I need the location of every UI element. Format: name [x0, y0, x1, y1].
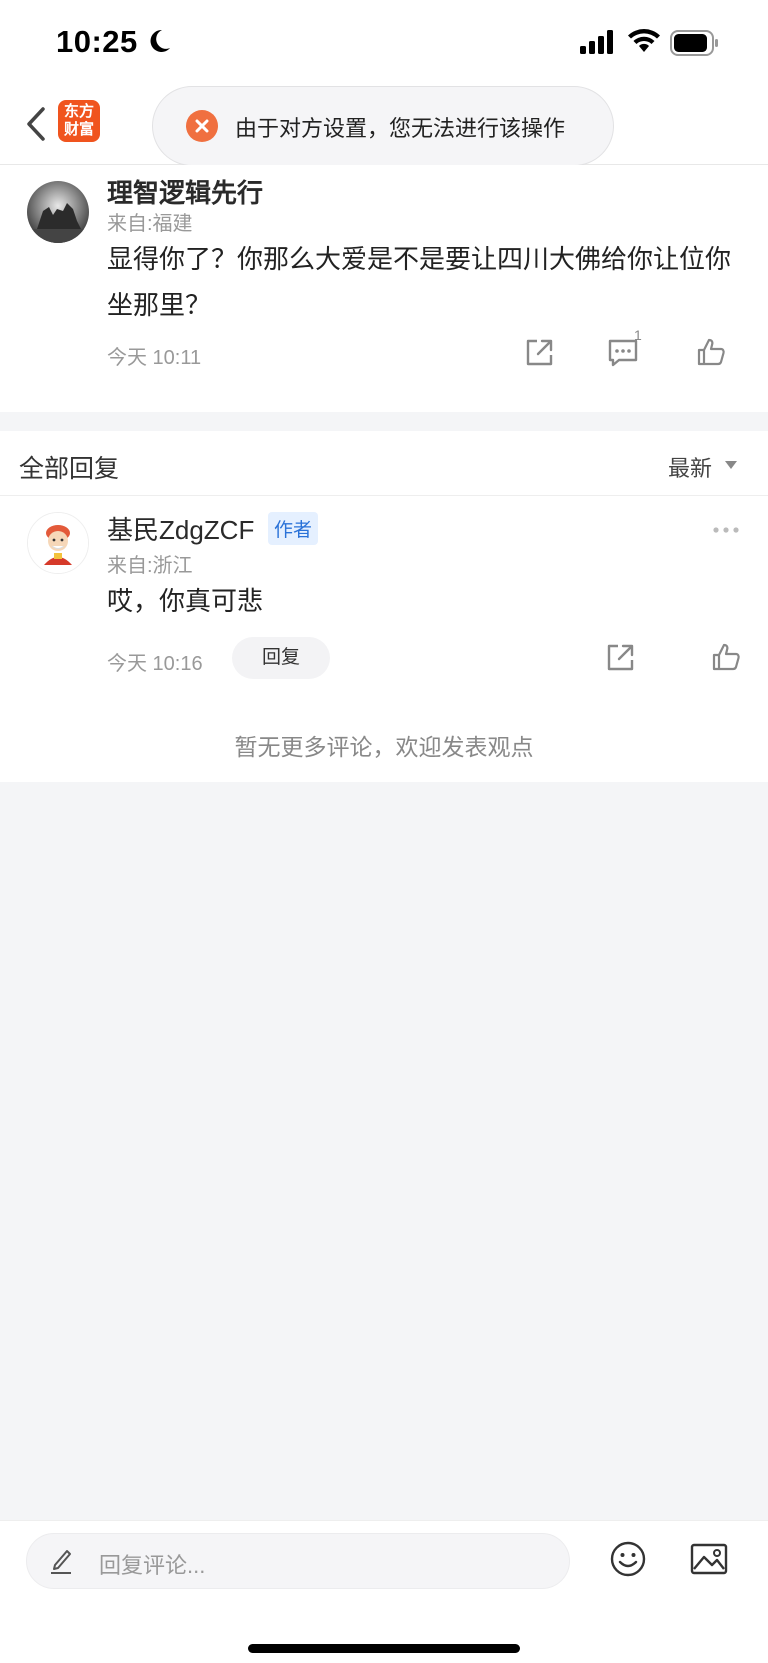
cellular-signal-icon	[580, 30, 616, 54]
battery-icon	[670, 30, 720, 56]
back-arrow-icon[interactable]	[24, 106, 48, 142]
logo-text-bottom: 财富	[63, 121, 94, 138]
comment-location: 来自:福建	[107, 213, 193, 235]
sort-caret-icon[interactable]	[724, 460, 738, 470]
moon-icon	[148, 28, 172, 54]
reply-username[interactable]: 基民ZdgZCF	[107, 510, 254, 547]
nav-header: 东方 财富 由于对方设置，您无法进行该操作	[0, 86, 768, 166]
status-time: 10:25	[56, 24, 138, 59]
pencil-icon	[49, 1547, 73, 1575]
reply-timestamp: 今天 10:16	[107, 653, 203, 675]
reply-count-badge: 1	[634, 327, 642, 343]
main-comment: 理智逻辑先行 来自:福建 显得你了？你那么大爱是不是要让四川大佛给你让位你坐那里…	[0, 165, 768, 412]
more-options-icon[interactable]	[712, 526, 740, 534]
image-icon[interactable]	[690, 1543, 728, 1575]
reply-location: 来自:浙江	[107, 555, 193, 577]
avatar[interactable]	[27, 512, 89, 574]
home-indicator	[248, 1644, 520, 1653]
reply-text: 哎，你真可悲	[107, 586, 264, 616]
wifi-icon	[627, 28, 661, 54]
all-replies-label: 全部回复	[19, 455, 120, 483]
comment-username[interactable]: 理智逻辑先行	[107, 173, 263, 210]
comment-timestamp: 今天 10:11	[107, 347, 202, 369]
replies-header: 全部回复 最新	[0, 431, 768, 496]
input-placeholder: 回复评论...	[99, 1553, 206, 1578]
error-x-icon	[185, 109, 219, 143]
no-more-comments-text: 暂无更多评论，欢迎发表观点	[234, 734, 534, 760]
toast-message: 由于对方设置，您无法进行该操作	[235, 116, 566, 141]
bottom-input-bar: 回复评论...	[0, 1520, 768, 1663]
comment-text: 显得你了？你那么大爱是不是要让四川大佛给你让位你坐那里？	[107, 244, 732, 320]
list-item: 基民ZdgZCF 作者 来自:浙江 哎，你真可悲 今天 10:16 回复	[0, 496, 768, 706]
thumbs-up-icon[interactable]	[711, 642, 741, 672]
author-badge: 作者	[268, 512, 319, 545]
error-toast: 由于对方设置，您无法进行该操作	[152, 86, 614, 166]
sort-selector[interactable]: 最新	[668, 451, 712, 483]
share-icon[interactable]	[524, 338, 554, 368]
app-logo[interactable]: 东方 财富	[58, 100, 100, 142]
avatar[interactable]	[27, 181, 89, 243]
emoji-icon[interactable]	[610, 1541, 646, 1577]
logo-text-top: 东方	[63, 103, 94, 120]
reply-comment-input[interactable]: 回复评论...	[26, 1533, 570, 1589]
reply-button[interactable]: 回复	[232, 637, 330, 679]
share-icon[interactable]	[605, 643, 635, 673]
status-bar: 10:25	[0, 0, 768, 86]
thumbs-up-icon[interactable]	[696, 337, 726, 367]
replies-section: 全部回复 最新 基民ZdgZCF 作者 来自:浙江 哎，你真可悲 今天 10:1…	[0, 431, 768, 782]
